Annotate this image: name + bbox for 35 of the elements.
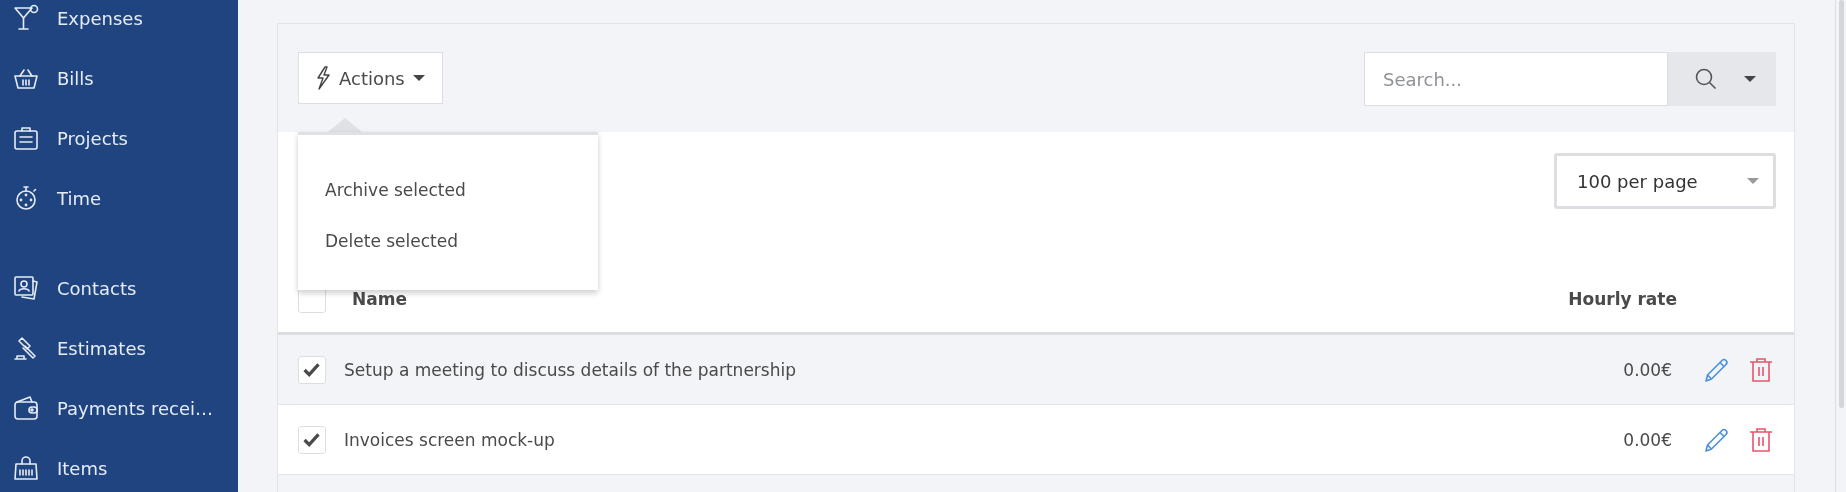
caret-icon	[1744, 76, 1756, 82]
actions-button[interactable]: Actions	[298, 52, 443, 104]
cocktail-glass-icon	[12, 4, 40, 32]
table-cell: 0.00€	[1623, 359, 1672, 380]
briefcase-icon	[12, 124, 40, 152]
column-header: Hourly rate	[1568, 288, 1677, 309]
sidebar-item[interactable]: Bills	[0, 48, 238, 108]
shop-bag-icon	[12, 454, 40, 482]
table-cell-text: Invoices screen mock-up	[344, 429, 556, 450]
caret-icon	[1747, 178, 1759, 184]
contact-card-icon	[12, 274, 40, 302]
sidebar-item[interactable]: Payments recei…	[0, 378, 238, 438]
per-page-select[interactable]: 100 per page	[1554, 153, 1776, 209]
search-field[interactable]: Search...	[1364, 52, 1668, 106]
table-cell-text: Setup a meeting to discuss details of the partnership	[344, 359, 797, 380]
sidebar-item[interactable]: Contacts	[0, 258, 238, 318]
search-options-button[interactable]	[1744, 52, 1776, 106]
wallet-icon	[12, 394, 40, 422]
sidebar-item[interactable]: Estimates	[0, 318, 238, 378]
trash-icon[interactable]	[1748, 355, 1774, 384]
trash-icon[interactable]	[1748, 425, 1774, 454]
sidebar-item[interactable]: Time	[0, 168, 238, 228]
menu-item[interactable]: Archive selected	[298, 165, 598, 216]
search-button[interactable]	[1668, 52, 1744, 106]
search-icon	[1694, 67, 1718, 91]
sidebar-item[interactable]: Items	[0, 438, 238, 492]
row-checkbox[interactable]	[298, 355, 326, 384]
caret-icon	[412, 75, 425, 81]
menu-item[interactable]: Delete selected	[298, 216, 598, 267]
lightning-icon	[315, 66, 331, 90]
sidebar-item[interactable]: Expenses	[0, 0, 238, 48]
column-header: Name	[352, 288, 408, 309]
sidebar-item[interactable]: Projects	[0, 108, 238, 168]
table-cell: 0.00€	[1623, 429, 1672, 450]
row-checkbox[interactable]	[298, 425, 326, 454]
